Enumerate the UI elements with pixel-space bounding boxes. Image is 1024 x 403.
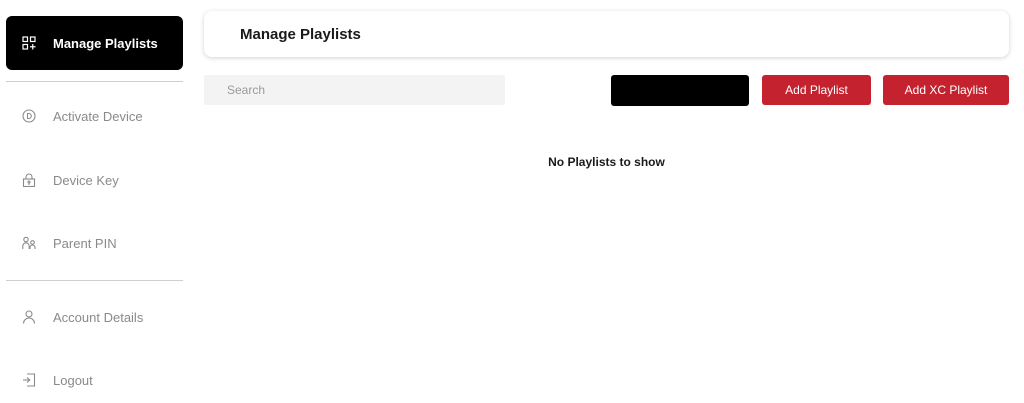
sidebar-item-label: Manage Playlists <box>53 35 158 51</box>
sidebar-item-label: Logout <box>53 372 93 388</box>
empty-state-message: No Playlists to show <box>548 155 665 169</box>
add-playlist-button[interactable]: Add Playlist <box>762 75 871 105</box>
redacted-block <box>611 75 749 106</box>
page-header: Manage Playlists <box>204 11 1009 57</box>
lock-key-icon <box>22 173 36 187</box>
grid-plus-icon <box>22 36 36 50</box>
sidebar-item-device-key[interactable]: Device Key <box>6 153 183 207</box>
user-icon <box>22 310 36 324</box>
sidebar-item-logout[interactable]: Logout <box>6 353 183 403</box>
logout-icon <box>22 373 36 387</box>
circle-d-icon <box>22 109 36 123</box>
sidebar: Manage Playlists Activate Device Device … <box>0 0 190 403</box>
sidebar-item-label: Parent PIN <box>53 235 117 251</box>
sidebar-item-activate-device[interactable]: Activate Device <box>6 89 183 143</box>
sidebar-item-manage-playlists[interactable]: Manage Playlists <box>6 16 183 70</box>
app-root: Manage Playlists Activate Device Device … <box>0 0 1024 403</box>
page-title: Manage Playlists <box>240 25 361 43</box>
add-xc-playlist-button[interactable]: Add XC Playlist <box>883 75 1009 105</box>
search-input[interactable] <box>204 75 505 105</box>
sidebar-item-account-details[interactable]: Account Details <box>6 290 183 344</box>
sidebar-item-label: Device Key <box>53 172 119 188</box>
sidebar-divider <box>6 280 183 281</box>
sidebar-divider <box>6 81 183 82</box>
sidebar-item-parent-pin[interactable]: Parent PIN <box>6 216 183 270</box>
sidebar-item-label: Account Details <box>53 309 144 325</box>
sidebar-item-label: Activate Device <box>53 108 143 124</box>
parent-child-icon <box>22 236 36 250</box>
